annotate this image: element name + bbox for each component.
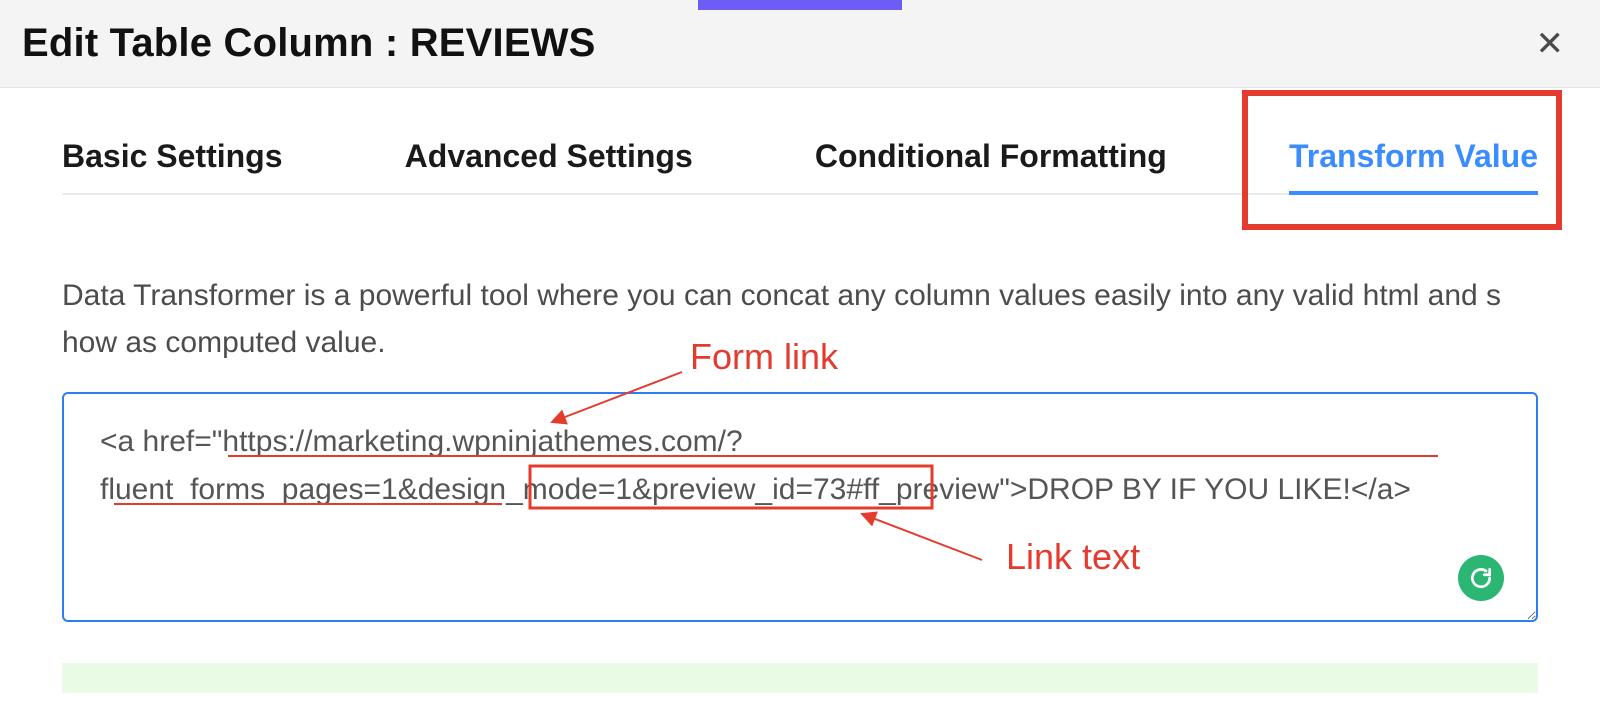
modal-title: Edit Table Column : REVIEWS: [22, 21, 596, 66]
tab-basic-settings[interactable]: Basic Settings: [62, 138, 283, 193]
textarea-container: [62, 392, 1538, 627]
tab-conditional-formatting[interactable]: Conditional Formatting: [815, 138, 1167, 193]
close-icon: ✕: [1536, 25, 1565, 63]
transform-value-input[interactable]: [62, 392, 1538, 622]
success-strip: [62, 663, 1538, 693]
tab-transform-value[interactable]: Transform Value: [1289, 138, 1538, 193]
close-button[interactable]: ✕: [1536, 27, 1565, 61]
tab-advanced-settings[interactable]: Advanced Settings: [405, 138, 693, 193]
grammarly-icon[interactable]: [1458, 555, 1504, 601]
modal-header: Edit Table Column : REVIEWS ✕: [0, 0, 1600, 88]
tabs-container: Basic Settings Advanced Settings Conditi…: [62, 138, 1538, 195]
tabs: Basic Settings Advanced Settings Conditi…: [62, 138, 1538, 195]
modal-body: Basic Settings Advanced Settings Conditi…: [0, 138, 1600, 693]
accent-bar: [698, 0, 902, 10]
transform-description: Data Transformer is a powerful tool wher…: [62, 273, 1502, 366]
